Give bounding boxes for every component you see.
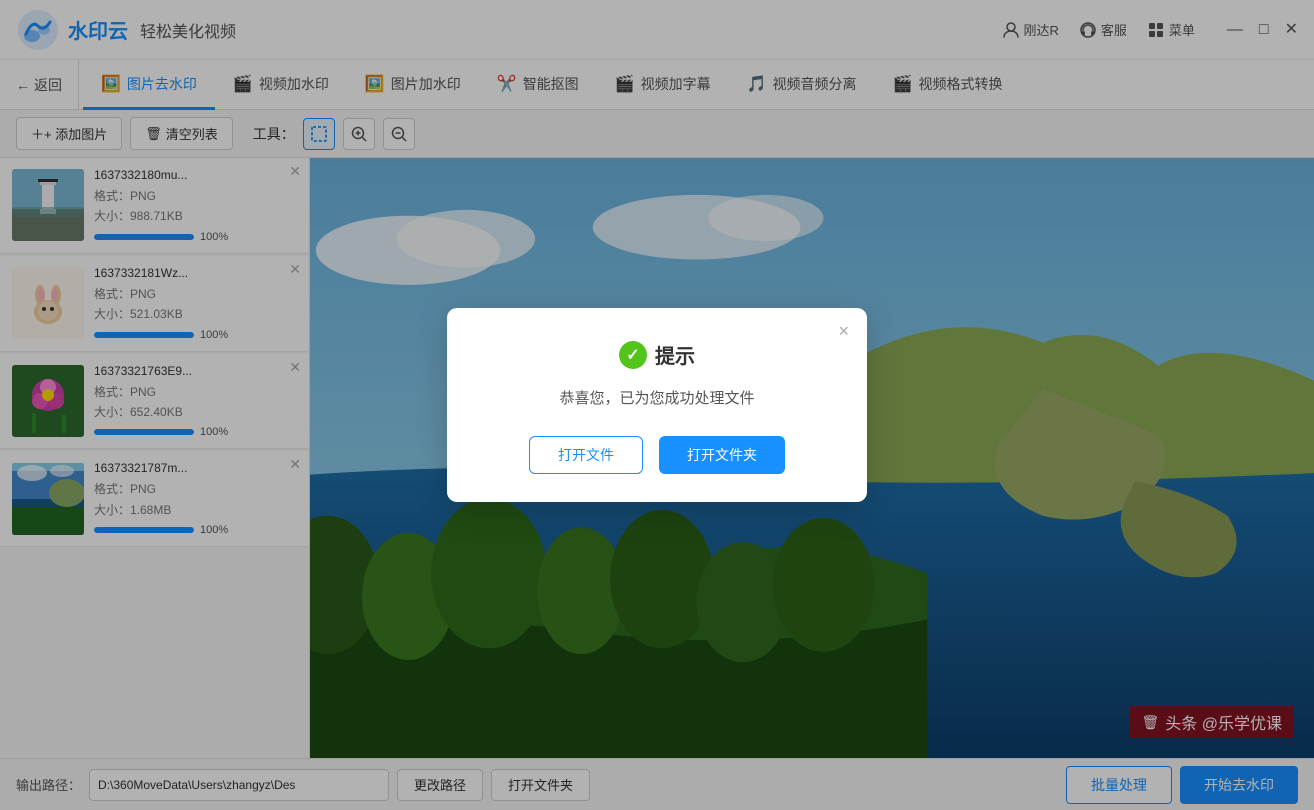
modal-open-folder-button[interactable]: 打开文件夹 [659,436,785,474]
modal-overlay: × ✓ 提示 恭喜您，已为您成功处理文件 打开文件 打开文件夹 [0,0,1314,810]
modal-success-icon: ✓ [619,341,647,369]
modal-close-button[interactable]: × [838,322,849,340]
modal-box: × ✓ 提示 恭喜您，已为您成功处理文件 打开文件 打开文件夹 [447,308,867,502]
modal-message: 恭喜您，已为您成功处理文件 [559,387,754,408]
modal-title: ✓ 提示 [619,340,695,369]
modal-open-file-button[interactable]: 打开文件 [529,436,643,474]
modal-actions: 打开文件 打开文件夹 [529,436,785,474]
